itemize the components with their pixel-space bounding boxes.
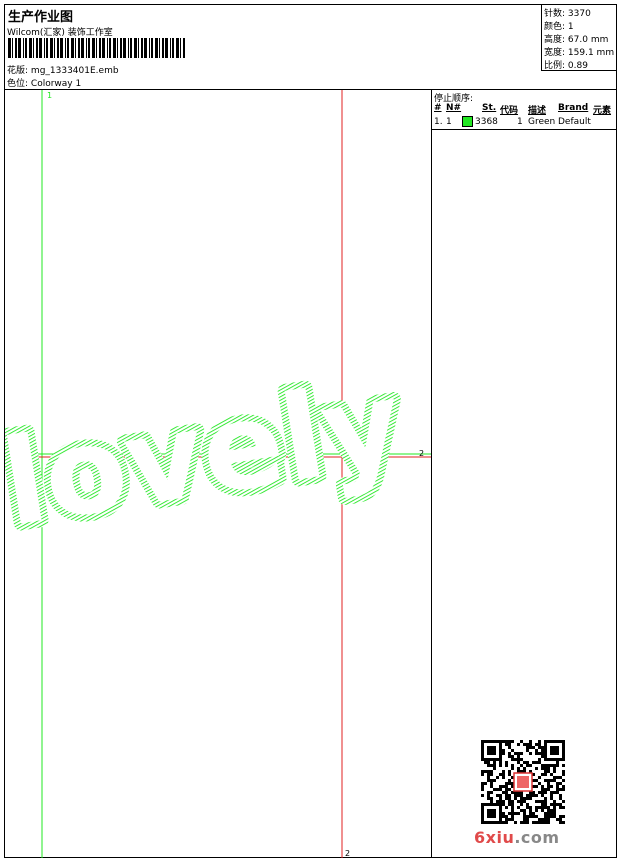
col-desc: 描述 [528,106,547,116]
header: 生产作业图 Wilcom(汇家) 装饰工作室 花版: mg_1333401E.e… [5,5,617,90]
row-stitches: 3368 [475,117,498,127]
col-num: # [434,103,442,113]
table-divider [432,129,617,130]
design-canvas: 1 2 1 2 lovely lovely [0,90,431,858]
pattern-value: mg_1333401E.emb [30,66,119,76]
design-fill-text: lovely [5,354,410,553]
colorway-line: 色位: Colorway 1 [7,76,81,89]
col-code: 代码 [500,106,519,116]
site-logo: 6xiu.com [474,828,560,847]
stat-height: 高度: 67.0 mm [544,35,609,45]
stat-stitches: 针数: 3370 [544,9,591,19]
colorway-label: 色位: [7,79,29,89]
marker-h-red: 2 [419,449,424,458]
qr-code-icon [481,740,565,824]
design-preview: 1 2 1 2 lovely lovely [0,90,431,858]
color-swatch [462,116,473,127]
stop-sequence-panel: 停止顺序: # N# St. 代码 描述 Brand 元素 1. 1 3368 … [431,90,617,858]
stats-box: 针数: 3370 颜色: 1 高度: 67.0 mm 宽度: 159.1 mm … [541,5,617,71]
pattern-line: 花版: mg_1333401E.emb [7,63,119,76]
studio-name: Wilcom(汇家) 装饰工作室 [7,28,113,38]
page-title: 生产作业图 [8,10,74,25]
col-needle: N# [446,103,462,113]
row-num: 1. [434,117,443,127]
marker-v-red: 2 [345,849,350,858]
pattern-label: 花版: [7,66,29,76]
col-stitches: St. [482,103,497,113]
stat-width: 宽度: 159.1 mm [544,48,615,58]
row-brand: Default [558,117,591,127]
stat-colors: 颜色: 1 [544,22,574,32]
production-worksheet: 生产作业图 Wilcom(汇家) 装饰工作室 花版: mg_1333401E.e… [0,4,617,858]
embroidery-design: lovely lovely [0,347,417,560]
stat-scale: 比例: 0.89 [544,61,588,71]
barcode-icon [8,38,185,58]
col-element: 元素 [593,106,612,116]
row-code: 1 [517,117,523,127]
col-brand: Brand [558,103,589,113]
colorway-value: Colorway 1 [30,79,82,89]
row-needle: 1 [446,117,452,127]
marker-v-green: 1 [47,91,52,100]
row-desc: Green [528,117,556,127]
